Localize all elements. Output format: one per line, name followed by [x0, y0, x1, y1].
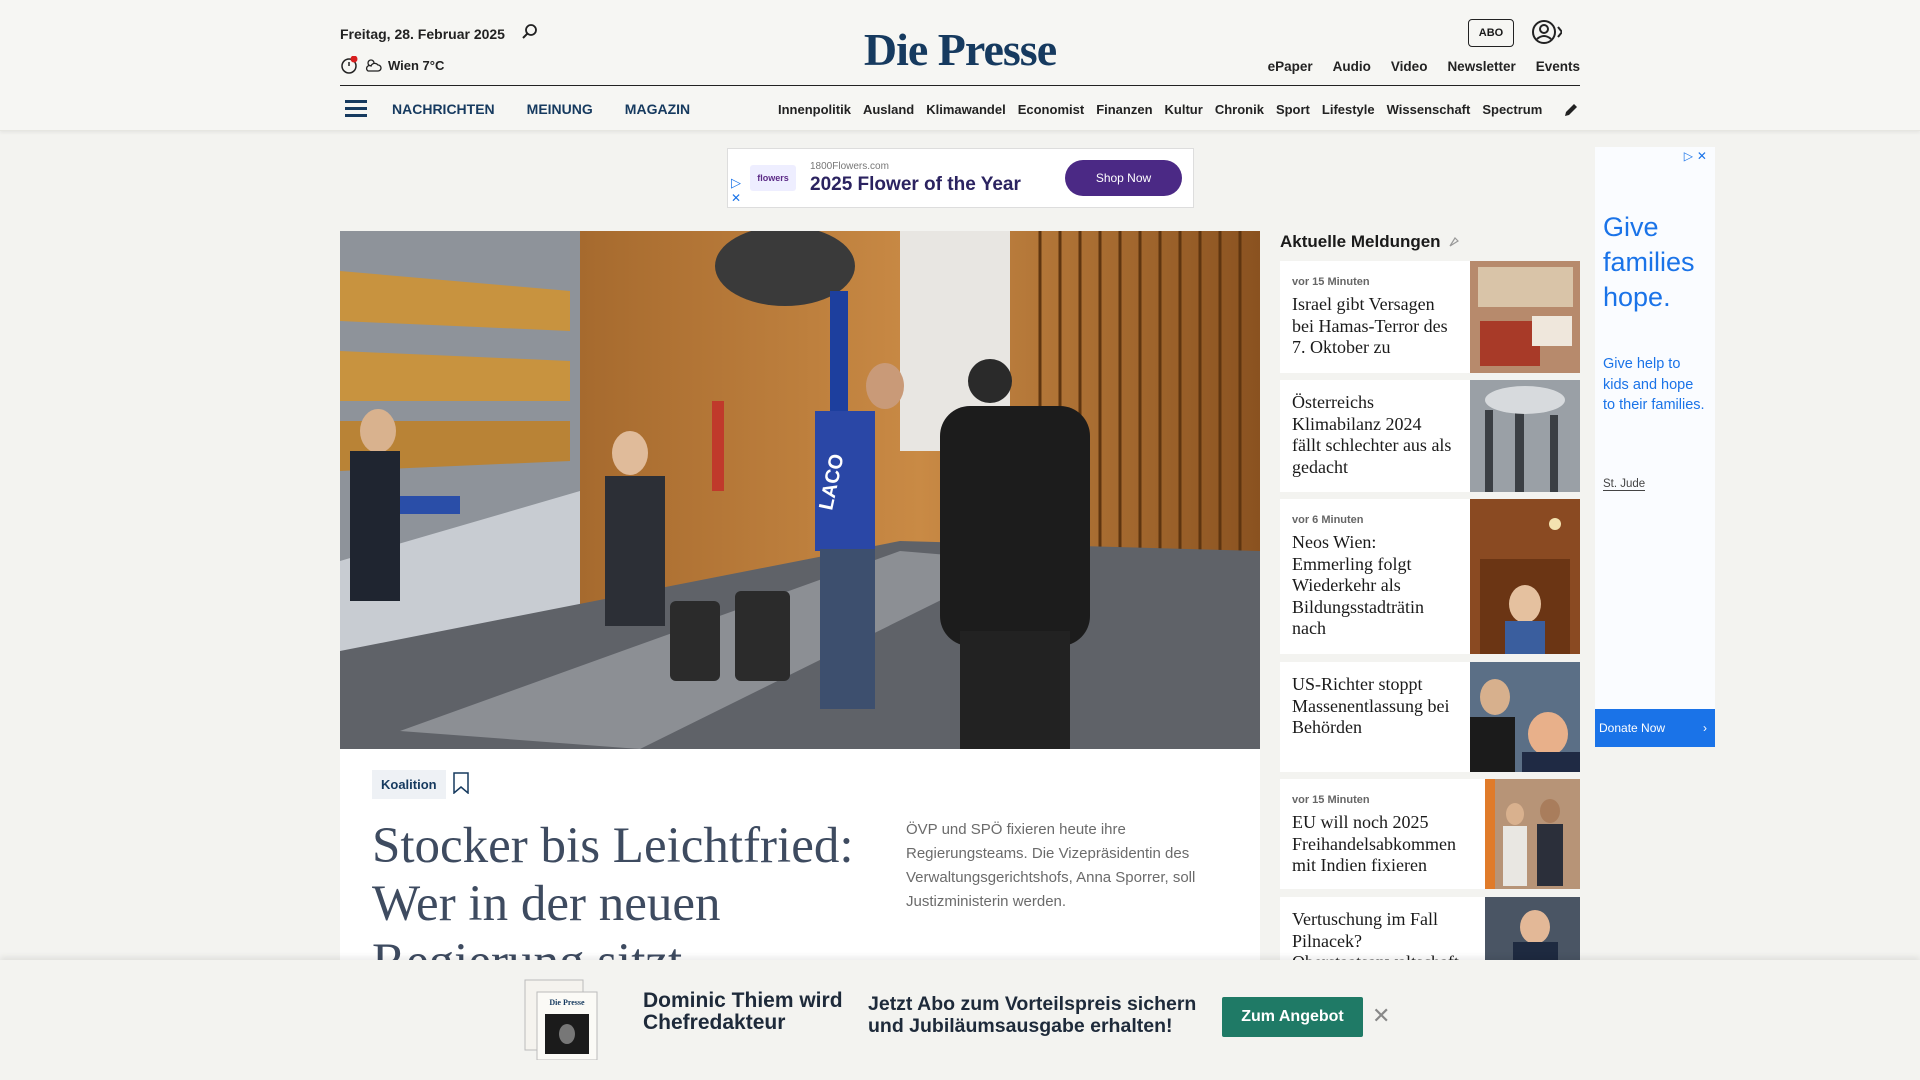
cloud-sun-icon	[365, 59, 382, 72]
ad-skyscraper[interactable]: ▷✕ Give families hope. Give help to kids…	[1595, 147, 1715, 747]
sub-nav: Innenpolitik Ausland Klimawandel Economi…	[778, 102, 1545, 117]
news-item[interactable]: Österreichs Klimabilanz 2024 fällt schle…	[1280, 380, 1580, 492]
news-thumbnail	[1470, 662, 1580, 772]
news-title: Israel gibt Versagen bei Hamas-Terror de…	[1292, 294, 1448, 357]
news-item[interactable]: US-Richter stoppt Massenentlassung bei B…	[1280, 662, 1580, 772]
ad-right-brand[interactable]: St. Jude	[1603, 478, 1646, 491]
hamburger-menu-icon[interactable]	[345, 100, 367, 118]
subnav-sport[interactable]: Sport	[1276, 102, 1310, 117]
subnav-kultur[interactable]: Kultur	[1165, 102, 1203, 117]
news-time: vor 15 Minuten	[1292, 794, 1370, 806]
sidebar-title-text: Aktuelle Meldungen	[1280, 232, 1441, 251]
ad-brand-logo: flowers	[750, 165, 796, 191]
site-logo[interactable]: Die Presse	[858, 24, 1062, 76]
subnav-chronik[interactable]: Chronik	[1215, 102, 1264, 117]
chevron-right-icon: ›	[1703, 721, 1707, 735]
subnav-finanzen[interactable]: Finanzen	[1096, 102, 1152, 117]
subnav-economist[interactable]: Economist	[1018, 102, 1084, 117]
top-links: ePaper Audio Video Newsletter Events	[1268, 59, 1580, 74]
search-icon[interactable]	[521, 23, 539, 41]
ad-close-icon[interactable]: ✕	[731, 191, 741, 205]
news-title: US-Richter stoppt Massenentlassung bei B…	[1292, 674, 1450, 737]
link-audio[interactable]: Audio	[1333, 59, 1371, 74]
news-thumbnail	[1485, 897, 1580, 960]
site-header: Freitag, 28. Februar 2025 Wien 7°C Die P…	[0, 0, 1920, 131]
article-tag[interactable]: Koalition	[372, 770, 446, 799]
news-item[interactable]: vor 6 Minuten Neos Wien: Emmerling folgt…	[1280, 499, 1580, 654]
weather-widget[interactable]: Wien 7°C	[340, 56, 444, 74]
lead-article: LACO Koalition Stocker bis Leichtfried: …	[340, 231, 1260, 1080]
main-nav: NACHRICHTEN MEINUNG MAGAZIN	[392, 101, 690, 117]
pen-icon[interactable]	[1562, 101, 1580, 119]
news-thumbnail	[1470, 261, 1580, 373]
subnav-ausland[interactable]: Ausland	[863, 102, 914, 117]
news-title: EU will noch 2025 Freihandelsabkommen mi…	[1292, 812, 1456, 875]
pin-icon	[1449, 237, 1459, 247]
ad-banner-top[interactable]: ▷ ✕ flowers 1800Flowers.com 2025 Flower …	[727, 148, 1194, 208]
link-newsletter[interactable]: Newsletter	[1447, 59, 1515, 74]
promo-title: Dominic Thiem wird Chefredakteur	[643, 989, 843, 1034]
nav-magazin[interactable]: MAGAZIN	[625, 101, 690, 117]
notification-icon[interactable]	[340, 56, 358, 74]
sidebar-title: Aktuelle Meldungen	[1280, 232, 1461, 252]
adchoices-icon[interactable]: ▷	[731, 175, 741, 191]
weather-text: Wien 7°C	[388, 57, 445, 73]
promo-text: Jetzt Abo zum Vorteilspreis sichern und …	[868, 993, 1197, 1037]
news-title: Neos Wien: Emmerling folgt Wiederkehr al…	[1292, 532, 1424, 638]
current-date: Freitag, 28. Februar 2025	[340, 26, 505, 42]
nav-nachrichten[interactable]: NACHRICHTEN	[392, 101, 495, 117]
ad-source: 1800Flowers.com	[810, 161, 889, 172]
abo-button[interactable]: ABO	[1468, 19, 1514, 47]
news-item[interactable]: vor 15 Minuten Israel gibt Versagen bei …	[1280, 261, 1580, 373]
link-epaper[interactable]: ePaper	[1268, 59, 1313, 74]
news-title: Österreichs Klimabilanz 2024 fällt schle…	[1292, 392, 1452, 477]
news-title: Vertuschung im Fall Pilnacek? Oberstaats…	[1292, 909, 1459, 960]
link-video[interactable]: Video	[1391, 59, 1428, 74]
news-thumbnail	[1470, 380, 1580, 492]
news-time: vor 15 Minuten	[1292, 276, 1370, 288]
subnav-lifestyle[interactable]: Lifestyle	[1322, 102, 1375, 117]
ad-right-headline: Give families hope.	[1603, 212, 1695, 312]
subnav-spectrum[interactable]: Spectrum	[1482, 102, 1542, 117]
news-thumbnail	[1485, 779, 1580, 889]
article-teaser: ÖVP und SPÖ fixieren heute ihre Regierun…	[906, 821, 1196, 910]
header-inner: Freitag, 28. Februar 2025 Wien 7°C Die P…	[340, 0, 1580, 131]
subnav-innenpolitik[interactable]: Innenpolitik	[778, 102, 851, 117]
news-item[interactable]: vor 15 Minuten EU will noch 2025 Freihan…	[1280, 779, 1580, 889]
hero-photo: LACO	[340, 231, 1260, 749]
link-events[interactable]: Events	[1536, 59, 1580, 74]
news-thumbnail	[1470, 499, 1580, 654]
subnav-wissenschaft[interactable]: Wissenschaft	[1387, 102, 1471, 117]
user-account-icon[interactable]	[1532, 18, 1562, 48]
ad-shop-now-button[interactable]: Shop Now	[1065, 160, 1182, 196]
bookmark-icon[interactable]	[453, 772, 469, 794]
donate-now-button[interactable]: Donate Now ›	[1595, 709, 1715, 747]
donate-label: Donate Now	[1599, 721, 1666, 735]
newspaper-stack-image: Die Presse	[524, 979, 598, 1060]
subnav-klimawandel[interactable]: Klimawandel	[926, 102, 1005, 117]
hero-image[interactable]: LACO	[340, 231, 1260, 749]
news-item[interactable]: Vertuschung im Fall Pilnacek? Oberstaats…	[1280, 897, 1580, 960]
close-icon[interactable]: ✕	[1372, 1003, 1390, 1029]
ad-right-body: Give help to kids and hope to their fami…	[1603, 356, 1705, 413]
ad-title[interactable]: 2025 Flower of the Year	[810, 174, 1021, 196]
newspaper-masthead: Die Presse	[549, 998, 585, 1007]
subscription-promo-bar: Die Presse Dominic Thiem wird Chefredakt…	[0, 960, 1920, 1080]
news-time: vor 6 Minuten	[1292, 514, 1364, 526]
nav-meinung[interactable]: MEINUNG	[527, 101, 593, 117]
adchoices-icon[interactable]: ▷✕	[1684, 149, 1711, 163]
header-divider	[340, 85, 1580, 86]
zum-angebot-button[interactable]: Zum Angebot	[1222, 997, 1363, 1037]
